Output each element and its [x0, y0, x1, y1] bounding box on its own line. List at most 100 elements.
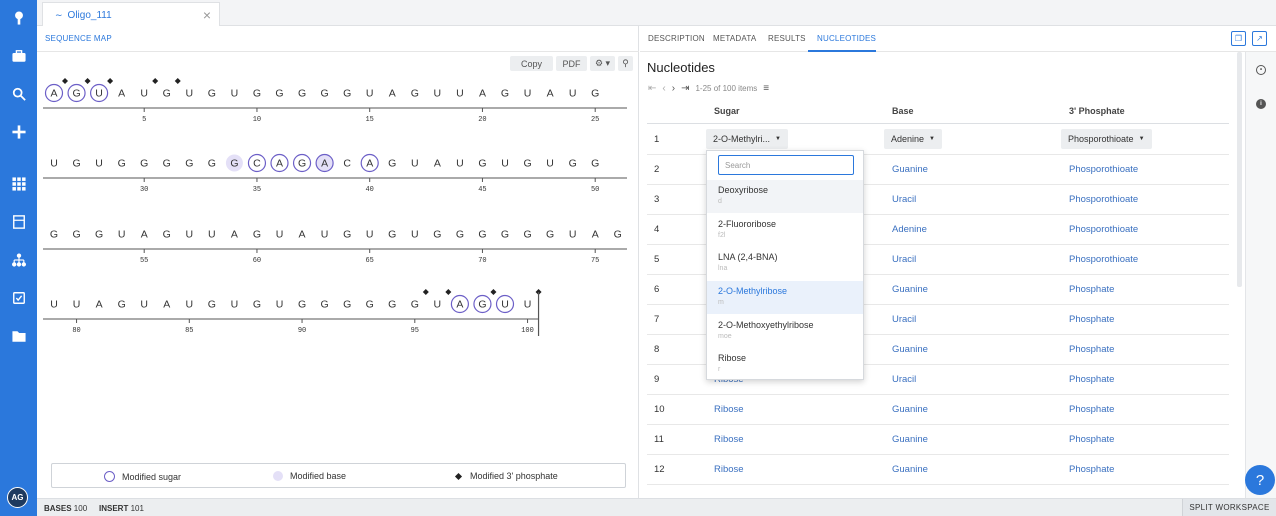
table-row[interactable]: 11 Ribose Guanine Phosphate: [647, 425, 1229, 455]
bases-label: BASES: [44, 504, 72, 513]
base-letter: U: [208, 229, 216, 241]
phosphate-cell[interactable]: Phosphate: [1069, 284, 1114, 295]
folder-icon[interactable]: [10, 327, 27, 344]
copy-icon[interactable]: ❐: [1231, 31, 1246, 46]
option-2-fluororibose[interactable]: 2-Fluororibose f2l: [707, 214, 863, 247]
phosphate-select[interactable]: Phosporothioate ▼: [1061, 129, 1152, 149]
search-icon[interactable]: [10, 85, 27, 102]
sugar-cell[interactable]: Ribose: [714, 464, 744, 475]
base-letter: G: [411, 88, 419, 100]
phosphate-cell[interactable]: Phosphate: [1069, 464, 1114, 475]
split-workspace-button[interactable]: SPLIT WORKSPACE: [1182, 499, 1276, 516]
tab-results[interactable]: RESULTS: [768, 34, 806, 43]
base-cell[interactable]: Adenine: [892, 224, 927, 235]
sugar-select[interactable]: 2-O-Methylri... ▼: [706, 129, 788, 149]
tab-description[interactable]: DESCRIPTION: [648, 34, 705, 43]
phosphate-cell[interactable]: Phosporothioate: [1069, 164, 1138, 175]
base-letter: A: [50, 88, 57, 100]
column-header-sugar[interactable]: Sugar: [714, 106, 740, 116]
base-cell[interactable]: Guanine: [892, 434, 928, 445]
phosphate-cell[interactable]: Phosphate: [1069, 314, 1114, 325]
base-select[interactable]: Adenine ▼: [884, 129, 942, 149]
option-2-o-methoxyethylribose[interactable]: 2-O-Methoxyethylribose moe: [707, 315, 863, 348]
base-letter: G: [433, 229, 441, 241]
base-cell[interactable]: Uracil: [892, 194, 916, 205]
base-letter: U: [569, 229, 577, 241]
tab-metadata[interactable]: METADATA: [713, 34, 756, 43]
option-code: f2l: [718, 232, 726, 239]
base-letter: G: [523, 229, 531, 241]
base-letter: G: [208, 88, 216, 100]
base-letter: A: [299, 229, 306, 241]
base-letter: U: [411, 158, 419, 170]
row-number: 8: [654, 344, 660, 355]
row-number: 7: [654, 314, 660, 325]
row-number: 2: [654, 164, 660, 175]
export-icon[interactable]: ↗: [1252, 31, 1267, 46]
base-cell[interactable]: Uracil: [892, 254, 916, 265]
base-cell[interactable]: Guanine: [892, 404, 928, 415]
base-cell[interactable]: Guanine: [892, 344, 928, 355]
sugar-cell[interactable]: Ribose: [714, 404, 744, 415]
base-letter: G: [208, 299, 216, 311]
phosphate-cell[interactable]: Phosphate: [1069, 344, 1114, 355]
tasks-icon[interactable]: [10, 289, 27, 306]
base-cell[interactable]: Guanine: [892, 464, 928, 475]
base-cell[interactable]: Uracil: [892, 314, 916, 325]
details-tabs: DESCRIPTION METADATA RESULTS NUCLEOTIDES…: [640, 26, 1276, 52]
base-letter: G: [569, 158, 577, 170]
first-page-icon[interactable]: ⇤: [648, 83, 656, 94]
table-row[interactable]: 10 Ribose Guanine Phosphate: [647, 395, 1229, 425]
base-letter: A: [592, 229, 599, 241]
option-label: Deoxyribose: [718, 185, 769, 195]
logo-icon[interactable]: [10, 9, 27, 26]
dropdown-search-input[interactable]: Search: [718, 155, 854, 175]
help-button[interactable]: ?: [1245, 465, 1275, 495]
sugar-cell[interactable]: Ribose: [714, 434, 744, 445]
column-header-phosphate[interactable]: 3' Phosphate: [1069, 106, 1125, 116]
sequence-map: A G U A U G U G U G G G G G U A G U U A G U A U G 5 10 15 20 25 U G U G G G…: [43, 78, 627, 336]
option-ribose[interactable]: Ribose r: [707, 348, 863, 381]
caret-down-icon: ▼: [929, 136, 935, 142]
modified-phosphate-marker: [62, 78, 68, 84]
phosphate-cell[interactable]: Phosporothioate: [1069, 194, 1138, 205]
base-letter: G: [478, 158, 486, 170]
apps-grid-icon[interactable]: [10, 175, 27, 192]
base-cell[interactable]: Uracil: [892, 374, 916, 385]
column-header-base[interactable]: Base: [892, 106, 914, 116]
table-row[interactable]: 12 Ribose Guanine Phosphate: [647, 455, 1229, 485]
avatar[interactable]: AG: [7, 487, 28, 508]
next-page-icon[interactable]: ›: [672, 83, 675, 94]
tick-label: 75: [591, 257, 599, 265]
base-cell[interactable]: Guanine: [892, 164, 928, 175]
phosphate-cell[interactable]: Phosphate: [1069, 404, 1114, 415]
base-letter: U: [73, 299, 81, 311]
phosphate-cell[interactable]: Phosphate: [1069, 374, 1114, 385]
sequence-icon: ∼: [55, 9, 63, 20]
add-icon[interactable]: [10, 123, 27, 140]
option-lna[interactable]: LNA (2,4-BNA) lna: [707, 247, 863, 280]
document-tab[interactable]: ∼ Oligo_111 ×: [42, 2, 220, 27]
last-page-icon[interactable]: ⇥: [681, 83, 689, 94]
info-icon[interactable]: i: [1256, 99, 1266, 109]
base-letter: U: [276, 229, 284, 241]
briefcase-icon[interactable]: [10, 47, 27, 64]
option-2-o-methylribose[interactable]: 2-O-Methylribose m: [707, 281, 863, 314]
close-icon[interactable]: ×: [203, 7, 211, 23]
tab-nucleotides[interactable]: NUCLEOTIDES: [817, 34, 876, 43]
base-letter: A: [366, 158, 373, 170]
phosphate-cell[interactable]: Phosporothioate: [1069, 254, 1138, 265]
base-cell[interactable]: Guanine: [892, 284, 928, 295]
history-icon[interactable]: •: [1256, 65, 1266, 75]
modified-phosphate-marker: [445, 289, 452, 295]
phosphate-cell[interactable]: Phosporothioate: [1069, 224, 1138, 235]
phosphate-cell[interactable]: Phosphate: [1069, 434, 1114, 445]
column-settings-icon[interactable]: ≡: [763, 83, 769, 94]
notebook-icon[interactable]: [10, 213, 27, 230]
base-letter: G: [298, 158, 306, 170]
base-letter: U: [501, 158, 509, 170]
scrollbar[interactable]: [1237, 52, 1242, 287]
prev-page-icon[interactable]: ‹: [662, 83, 665, 94]
option-deoxyribose[interactable]: Deoxyribose d: [707, 180, 863, 213]
hierarchy-icon[interactable]: [10, 251, 27, 268]
